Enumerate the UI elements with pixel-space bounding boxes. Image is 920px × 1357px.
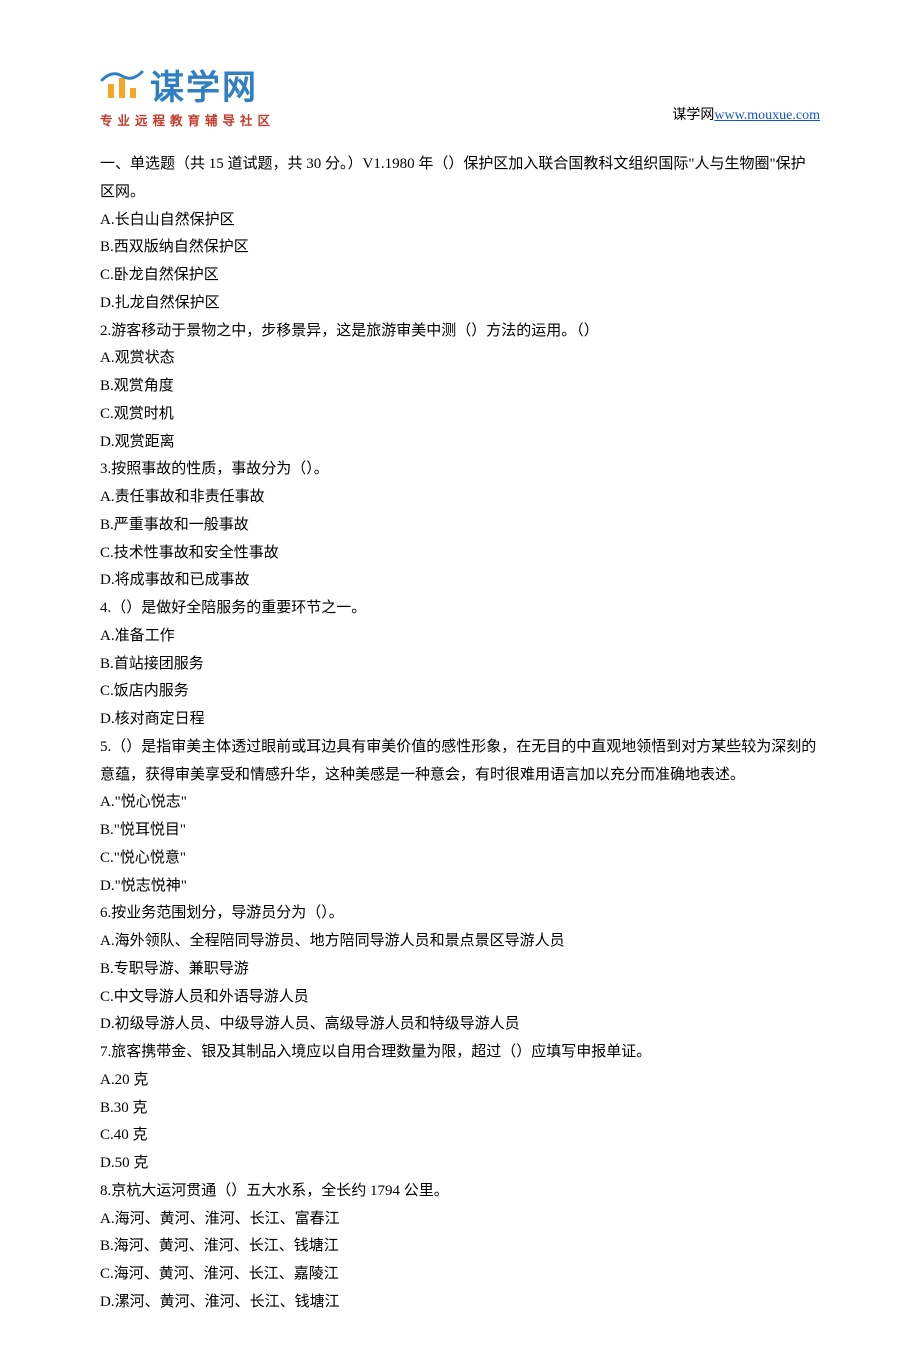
logo-block: 谋学网 专业远程教育辅导社区 [100, 70, 275, 133]
logo-subtitle: 专业远程教育辅导社区 [100, 110, 275, 133]
question-option: A.准备工作 [100, 623, 820, 651]
question-stem: 6.按业务范围划分，导游员分为（）。 [100, 900, 820, 928]
question-option: B.专职导游、兼职导游 [100, 956, 820, 984]
question-option: C.观赏时机 [100, 401, 820, 429]
exam-content: 一、单选题（共 15 道试题，共 30 分。）V1.1980 年（）保护区加入联… [100, 151, 820, 1317]
document-page: 谋学网 专业远程教育辅导社区 谋学网www.mouxue.com 一、单选题（共… [0, 0, 920, 1357]
question-option: A.长白山自然保护区 [100, 207, 820, 235]
question-option: A."悦心悦志" [100, 789, 820, 817]
question-option: C.40 克 [100, 1122, 820, 1150]
question-option: B.首站接团服务 [100, 651, 820, 679]
question-option: A.责任事故和非责任事故 [100, 484, 820, 512]
question-stem: 3.按照事故的性质，事故分为（）。 [100, 456, 820, 484]
question-option: A.20 克 [100, 1067, 820, 1095]
question-option: A.海外领队、全程陪同导游员、地方陪同导游人员和景点景区导游人员 [100, 928, 820, 956]
logo-title: 谋学网 [150, 71, 258, 105]
site-reference: 谋学网www.mouxue.com [672, 103, 820, 133]
question-option: C.中文导游人员和外语导游人员 [100, 984, 820, 1012]
question-option: C.卧龙自然保护区 [100, 262, 820, 290]
question-option: C."悦心悦意" [100, 845, 820, 873]
question-option: D.漯河、黄河、淮河、长江、钱塘江 [100, 1289, 820, 1317]
question-option: C.饭店内服务 [100, 678, 820, 706]
question-option: C.技术性事故和安全性事故 [100, 540, 820, 568]
question-option: B.西双版纳自然保护区 [100, 234, 820, 262]
question-option: C.海河、黄河、淮河、长江、嘉陵江 [100, 1261, 820, 1289]
logo-top: 谋学网 [100, 70, 275, 106]
section-intro: 一、单选题（共 15 道试题，共 30 分。）V [100, 156, 373, 172]
section-intro-line: 一、单选题（共 15 道试题，共 30 分。）V1.1980 年（）保护区加入联… [100, 151, 820, 207]
question-stem: 4.（）是做好全陪服务的重要环节之一。 [100, 595, 820, 623]
question-option: D.将成事故和已成事故 [100, 567, 820, 595]
site-label: 谋学网 [672, 108, 714, 123]
question-option: B."悦耳悦目" [100, 817, 820, 845]
question-stem: 2.游客移动于景物之中，步移景异，这是旅游审美中测（）方法的运用。（） [100, 318, 820, 346]
question-option: B.30 克 [100, 1095, 820, 1123]
question-option: A.海河、黄河、淮河、长江、富春江 [100, 1206, 820, 1234]
question-option: D.50 克 [100, 1150, 820, 1178]
logo-icon [100, 70, 144, 106]
question-option: D.观赏距离 [100, 429, 820, 457]
page-header: 谋学网 专业远程教育辅导社区 谋学网www.mouxue.com [100, 70, 820, 133]
site-link[interactable]: www.mouxue.com [714, 108, 820, 123]
question-option: B.观赏角度 [100, 373, 820, 401]
question-option: A.观赏状态 [100, 345, 820, 373]
question-stem: 8.京杭大运河贯通（）五大水系，全长约 1794 公里。 [100, 1178, 820, 1206]
question-option: D."悦志悦神" [100, 873, 820, 901]
question-option: D.初级导游人员、中级导游人员、高级导游人员和特级导游人员 [100, 1011, 820, 1039]
question-option: D.扎龙自然保护区 [100, 290, 820, 318]
question-stem: 5.（）是指审美主体透过眼前或耳边具有审美价值的感性形象，在无目的中直观地领悟到… [100, 734, 820, 790]
question-stem: 7.旅客携带金、银及其制品入境应以自用合理数量为限，超过（）应填写申报单证。 [100, 1039, 820, 1067]
question-option: D.核对商定日程 [100, 706, 820, 734]
question-option: B.严重事故和一般事故 [100, 512, 820, 540]
question-option: B.海河、黄河、淮河、长江、钱塘江 [100, 1233, 820, 1261]
